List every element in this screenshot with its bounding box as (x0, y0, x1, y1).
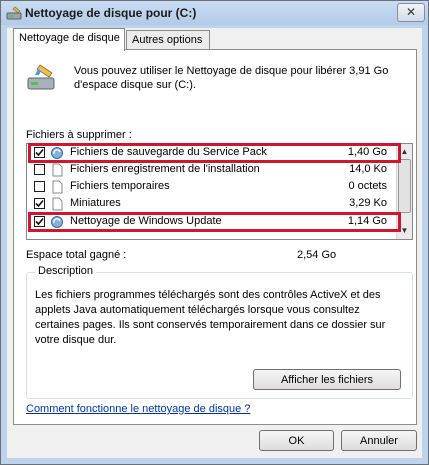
close-icon: ✕ (405, 5, 417, 19)
total-space-value: 2,54 Go (297, 249, 337, 261)
item-size: 3,29 Ko (349, 197, 387, 209)
tab-label: Nettoyage de disque (19, 32, 120, 44)
scrollbar-thumb[interactable] (398, 159, 411, 213)
title-bar[interactable]: Nettoyage de disque pour (C:) ✕ (1, 1, 428, 25)
window-title: Nettoyage de disque pour (C:) (25, 6, 197, 20)
item-checkbox[interactable] (34, 198, 45, 209)
disk-cleanup-icon (6, 6, 22, 20)
disk-cleanup-window: Nettoyage de disque pour (C:) ✕ Nettoyag… (0, 0, 429, 465)
tab-label: Autres options (132, 34, 203, 46)
dialog-client-area: Nettoyage de disque Autres options Vous … (7, 28, 422, 458)
list-item[interactable]: Fichiers temporaires 0 octets (27, 179, 395, 195)
item-name: Fichiers temporaires (70, 180, 170, 192)
cancel-button[interactable]: Annuler (341, 430, 417, 451)
ok-button[interactable]: OK (259, 430, 334, 451)
tab-more-options[interactable]: Autres options (126, 30, 210, 49)
help-link[interactable]: Comment fonctionne le nettoyage de disqu… (26, 403, 250, 415)
files-to-delete-label: Fichiers à supprimer : (26, 129, 132, 141)
item-size: 0 octets (348, 180, 387, 192)
item-name: Miniatures (70, 197, 121, 209)
disk-cleanup-large-icon (27, 64, 55, 90)
description-title: Description (35, 265, 97, 277)
list-item[interactable]: Fichiers enregistrement de l'installatio… (27, 162, 395, 178)
file-icon (52, 180, 63, 194)
tab-disk-cleanup[interactable]: Nettoyage de disque (13, 28, 125, 51)
file-icon (52, 197, 63, 211)
highlight-annotation (28, 143, 401, 163)
checkmark-icon (35, 199, 44, 208)
intro-text: Vous pouvez utiliser le Nettoyage de dis… (74, 65, 389, 91)
file-icon (52, 163, 63, 177)
total-space-label: Espace total gagné : (26, 249, 127, 261)
tab-panel: Vous pouvez utiliser le Nettoyage de dis… (13, 49, 417, 425)
item-name: Fichiers enregistrement de l'installatio… (70, 163, 260, 175)
highlight-annotation (28, 212, 401, 232)
item-checkbox[interactable] (34, 164, 45, 175)
item-checkbox[interactable] (34, 181, 45, 192)
close-button[interactable]: ✕ (397, 3, 425, 22)
item-size: 14,0 Ko (349, 163, 387, 175)
list-item[interactable]: Miniatures 3,29 Ko (27, 196, 395, 212)
description-text: Les fichiers programmes téléchargés sont… (35, 289, 386, 346)
view-files-button[interactable]: Afficher les fichiers (253, 369, 401, 390)
description-group: Description Les fichiers programmes télé… (26, 265, 413, 399)
